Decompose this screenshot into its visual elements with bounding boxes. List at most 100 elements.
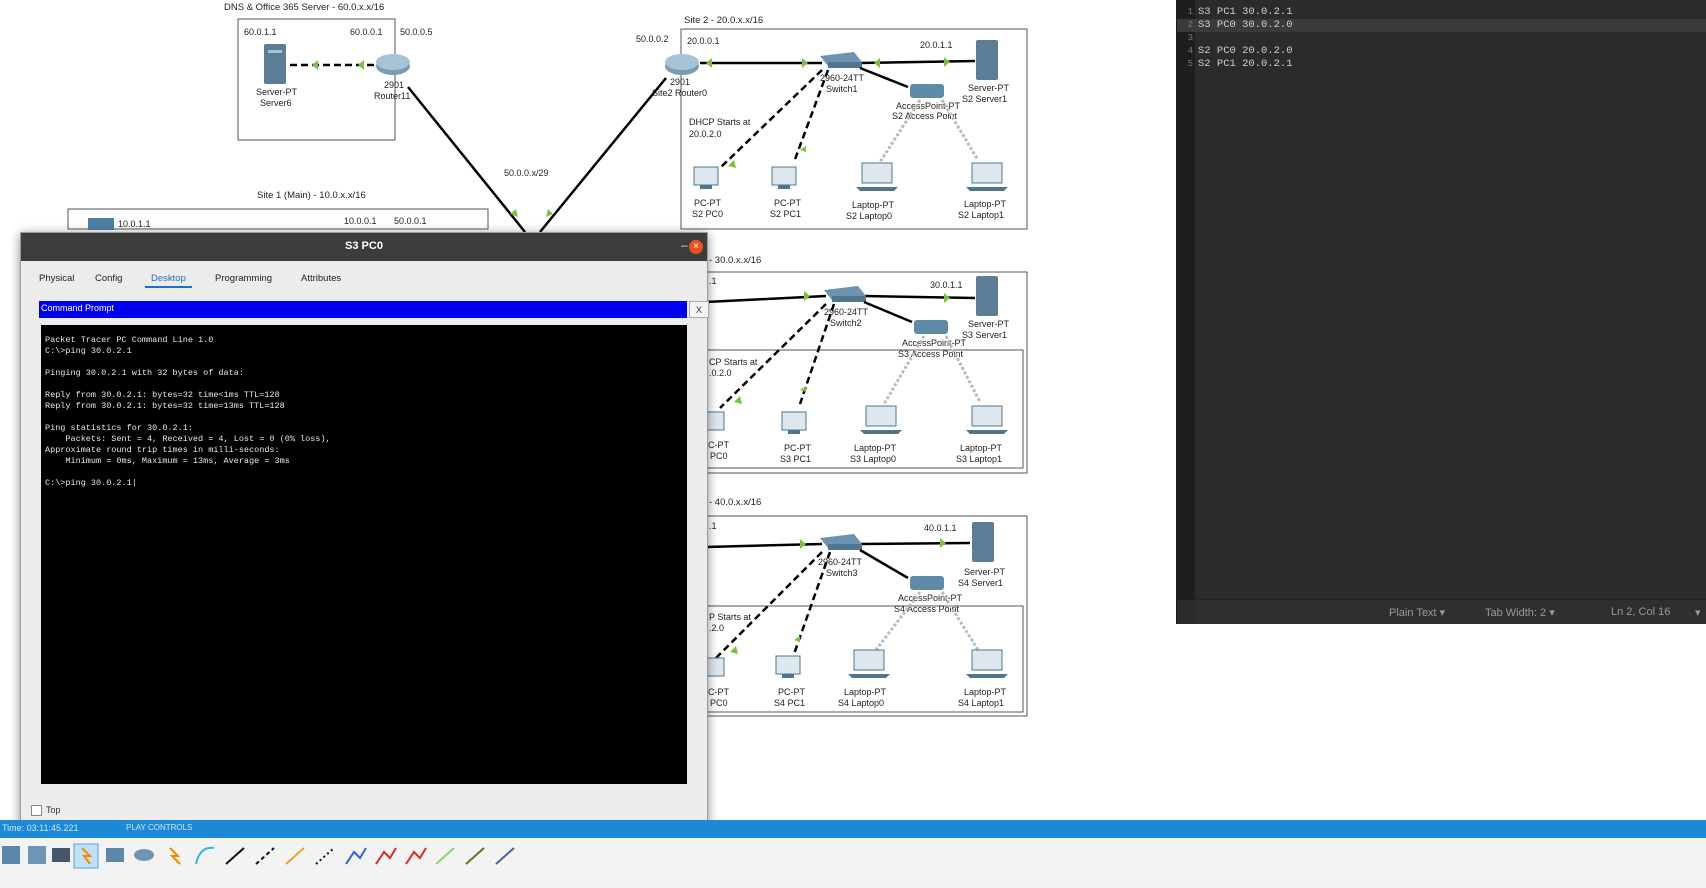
s3-server1-label1: Server-PT [968,319,1010,329]
switch1-icon[interactable] [820,52,862,68]
checkbox-icon[interactable] [31,805,42,817]
language-selector[interactable]: Plain Text ▾ [1389,606,1445,619]
s2-laptop0-icon[interactable] [856,162,898,191]
server6-icon[interactable] [264,44,286,84]
multiuser-icon[interactable] [134,849,154,861]
connection-tools [2,843,515,869]
s2-server1-icon[interactable] [976,40,998,80]
minimize-icon[interactable]: – [681,238,688,252]
editor-status-bar: Plain Text ▾ Tab Width: 2 ▾ Ln 2, Col 16… [1195,599,1706,624]
site2-server-ip: 20.0.1.1 [920,40,953,50]
tab-config[interactable]: Config [89,271,128,286]
auto-connect-icon[interactable] [169,847,181,865]
command-prompt-close-button[interactable]: X [689,301,709,318]
terminal-line: C:\>ping 30.0.2.1 [45,346,132,356]
misc-icon[interactable] [106,848,124,862]
s3-pc1-label2: S3 PC1 [780,454,811,464]
editor-line[interactable]: 4 S2 PC0 20.0.2.0 [1177,45,1706,58]
pc-window[interactable]: S3 PC0 – × Physical Config Desktop Progr… [20,232,709,829]
serial-dce-icon[interactable] [375,847,397,865]
s2-laptop1-label1: Laptop-PT [964,199,1007,209]
components-icon[interactable] [52,848,70,862]
terminal-input-line[interactable]: C:\>ping 30.0.2.1| [45,478,137,489]
command-prompt-header: Command Prompt X [39,301,709,318]
end-devices-icon[interactable] [28,846,46,864]
window-titlebar[interactable]: S3 PC0 – × [21,233,707,261]
editor-line-active[interactable]: 2 S3 PC0 30.0.2.0 [1177,19,1706,32]
s4-laptop1-icon[interactable] [966,649,1008,678]
s4-laptop1-label2: S4 Laptop1 [958,698,1004,708]
s2-accesspoint-icon[interactable] [910,84,944,98]
site4-server-ip: 40.0.1.1 [924,523,957,533]
phone-cable-icon[interactable] [315,847,335,865]
tab-desktop[interactable]: Desktop [145,271,192,288]
wan-label: 50.0.0.x/29 [504,168,549,178]
site2-router-icon[interactable] [665,54,699,75]
site4-router-ip: .1 [709,521,717,531]
text-editor[interactable]: 1 S3 PC1 30.0.2.1 2 S3 PC0 30.0.2.0 3 4 S2 … [1176,0,1706,624]
s4-server1-icon[interactable] [972,522,994,562]
s2-pc0-icon[interactable] [693,166,719,189]
chevron-down-icon[interactable]: ▾ [1695,606,1701,619]
switch2-icon[interactable] [824,286,866,302]
s3-pc0-label1: C-PT [708,440,729,450]
s4-laptop0-label2: S4 Laptop0 [838,698,884,708]
line-number: 3 [1187,33,1193,43]
tab-width-selector[interactable]: Tab Width: 2 ▾ [1485,606,1555,619]
s3-laptop1-icon[interactable] [966,405,1008,434]
fiber-cable-icon[interactable] [285,847,305,865]
editor-line[interactable]: 3 [1177,32,1706,45]
s3-server1-icon[interactable] [976,276,998,316]
s3-accesspoint-icon[interactable] [914,320,948,334]
s3-dhcp1: CP Starts at [709,357,758,367]
switch3-icon[interactable] [820,534,862,550]
command-prompt-title: Command Prompt [41,303,115,313]
s4-pc1-icon[interactable] [775,655,801,678]
s4-pc0-icon[interactable] [705,657,725,677]
s3-pc1-icon[interactable] [781,411,807,434]
straight-through-cable-icon[interactable] [225,847,245,865]
s3-laptop1-label1: Laptop-PT [960,443,1003,453]
router11-label2: Router11 [374,91,410,101]
s2-pc1-icon[interactable] [771,166,797,189]
s4-laptop0-icon[interactable] [848,649,890,678]
site2-router-label2: Site2 Router0 [652,88,707,98]
s2-laptop1-icon[interactable] [966,162,1008,191]
editor-gutter [1177,0,1195,600]
iot-cable-icon[interactable] [465,847,485,865]
usb-cable-icon[interactable] [495,847,515,865]
tab-physical[interactable]: Physical [33,271,80,286]
terminal-line: Reply from 30.0.2.1: bytes=32 time=13ms … [45,401,285,411]
s2-pc0-label2: S2 PC0 [692,209,723,219]
server6-label2: Server6 [260,98,292,108]
always-on-top-checkbox[interactable]: Top [31,805,61,817]
console-cable-icon[interactable] [195,846,215,865]
tab-attributes[interactable]: Attributes [295,271,347,286]
s2-pc0-label1: PC-PT [694,198,722,208]
serial-dte-icon[interactable] [405,847,427,865]
command-prompt-terminal[interactable]: Packet Tracer PC Command Line 1.0 C:\>pi… [41,325,687,784]
coaxial-cable-icon[interactable] [345,847,367,865]
s3-pc0-icon[interactable] [705,411,725,431]
crossover-cable-icon[interactable] [255,847,275,865]
router11-icon[interactable] [376,54,410,75]
tab-programming[interactable]: Programming [209,271,278,286]
s2-server1-label1: Server-PT [968,83,1010,93]
site2-router-label1: 2901 [670,77,690,87]
s2-pc1-label1: PC-PT [774,198,802,208]
s4-ap-label1: AccessPoint-PT [898,593,963,603]
s3-ap-label1: AccessPoint-PT [902,338,967,348]
close-icon[interactable]: × [689,240,703,254]
s2-pc1-label2: S2 PC1 [770,209,801,219]
site1-switch-icon[interactable] [88,218,114,230]
s3-laptop0-icon[interactable] [860,405,902,434]
network-devices-icon[interactable] [2,846,20,864]
octal-cable-icon[interactable] [435,847,455,865]
editor-line[interactable]: 5 S2 PC1 20.0.2.1 [1177,58,1706,71]
s4-accesspoint-icon[interactable] [910,576,944,590]
switch2-label2: Switch2 [830,318,862,328]
s3-pc1-label1: PC-PT [784,443,812,453]
s4-pc0-label2: PC0 [710,698,728,708]
editor-line[interactable]: 1 S3 PC1 30.0.2.1 [1177,6,1706,19]
s4-laptop1-label1: Laptop-PT [964,687,1007,697]
